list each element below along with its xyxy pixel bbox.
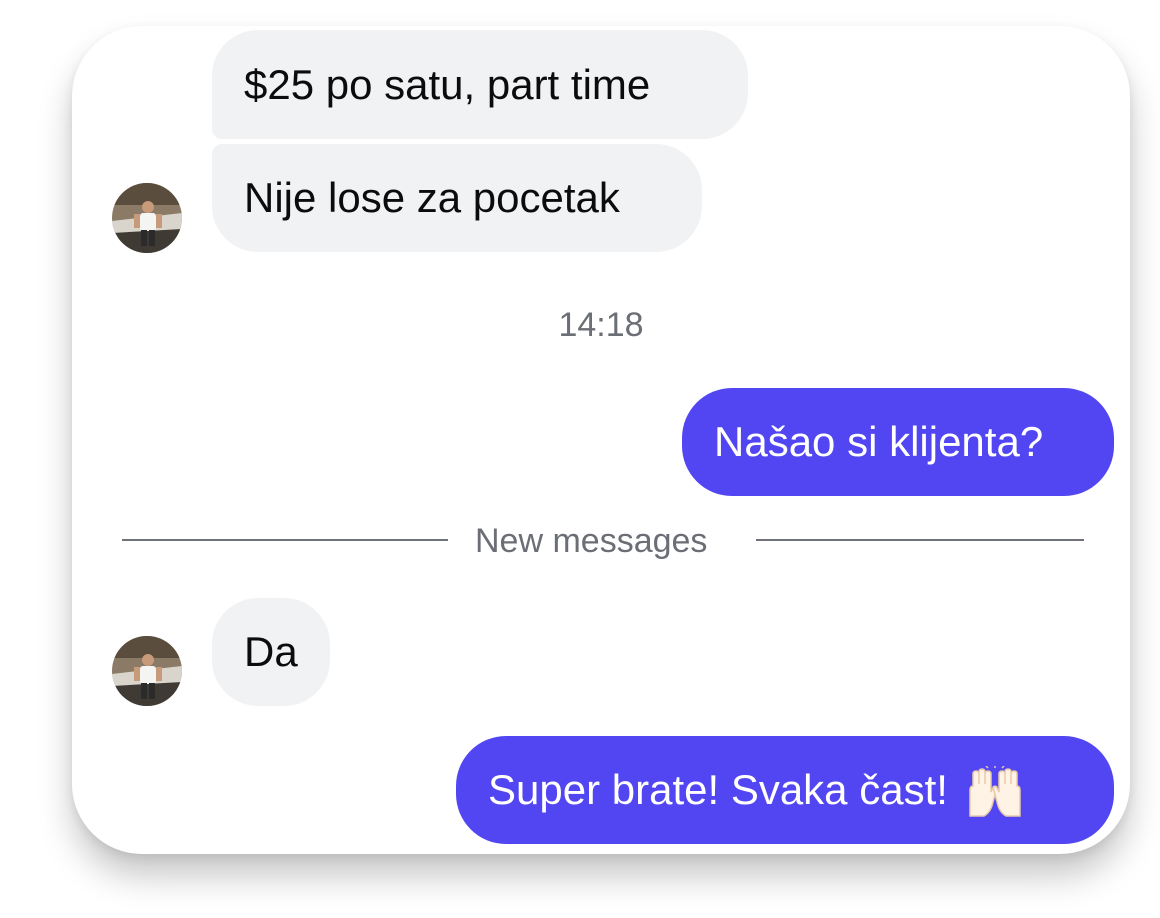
divider-line-left [122,539,448,541]
message-text: Da [244,628,298,675]
message-text: $25 po satu, part time [244,60,651,108]
raising-hands-icon [964,765,1026,818]
new-messages-divider: New messages [475,522,708,560]
outgoing-message[interactable]: Našao si klijenta? [682,388,1114,496]
avatar-photo-icon [112,636,182,706]
timestamp: 14:18 [558,306,644,344]
divider-line-right [756,539,1084,541]
contact-avatar[interactable] [112,636,182,706]
chat-window: $25 po satu, part time Nije lose za poce… [72,26,1130,854]
incoming-message[interactable]: Da [212,598,330,706]
message-text: Super brate! Svaka čast! [488,766,948,813]
incoming-message[interactable]: $25 po satu, part time [212,30,748,139]
incoming-message[interactable]: Nije lose za pocetak [212,144,702,252]
outgoing-message[interactable]: Super brate! Svaka čast! [456,736,1114,844]
message-text: Nije lose za pocetak [244,174,620,221]
avatar-photo-icon [112,183,182,253]
message-text: Našao si klijenta? [714,418,1044,465]
contact-avatar[interactable] [112,183,182,253]
